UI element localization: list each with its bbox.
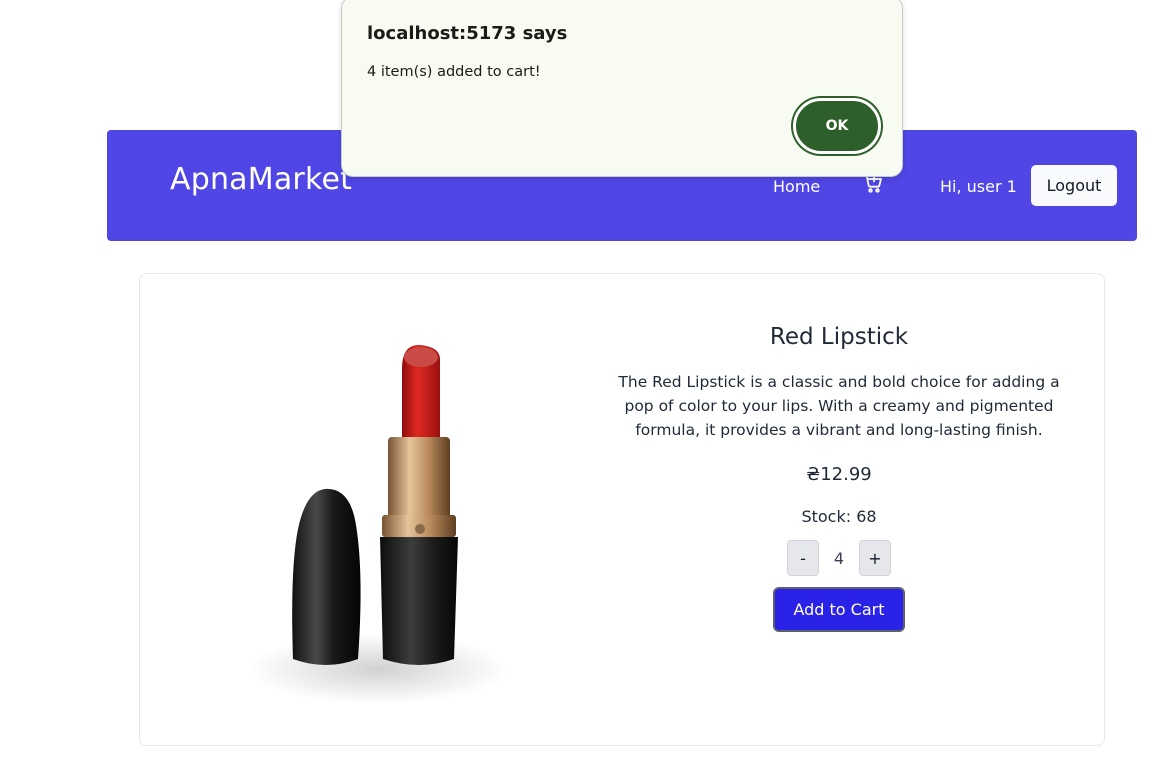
decrement-button[interactable]: -	[787, 540, 819, 576]
logout-button[interactable]: Logout	[1031, 165, 1117, 206]
add-to-cart-button[interactable]: Add to Cart	[773, 587, 905, 632]
product-card: Red Lipstick The Red Lipstick is a class…	[139, 273, 1105, 746]
alert-message: 4 item(s) added to cart!	[367, 64, 541, 80]
product-price: ₴12.99	[806, 464, 872, 485]
product-title: Red Lipstick	[769, 324, 909, 350]
brand-logo[interactable]: ApnaMarket	[170, 162, 352, 197]
user-greeting: Hi, user 1	[940, 177, 1017, 196]
product-info: Red Lipstick The Red Lipstick is a class…	[600, 324, 1078, 632]
quantity-value: 4	[833, 548, 845, 568]
product-image	[240, 329, 520, 719]
product-description: The Red Lipstick is a classic and bold c…	[618, 373, 1060, 439]
alert-ok-button[interactable]: OK	[793, 98, 881, 154]
increment-button[interactable]: +	[859, 540, 891, 576]
alert-dialog: localhost:5173 says 4 item(s) added to c…	[341, 0, 903, 177]
alert-title: localhost:5173 says	[367, 23, 568, 44]
product-stock: Stock: 68	[801, 507, 877, 526]
nav-home-link[interactable]: Home	[773, 177, 820, 196]
quantity-stepper: - 4 +	[600, 540, 1078, 576]
